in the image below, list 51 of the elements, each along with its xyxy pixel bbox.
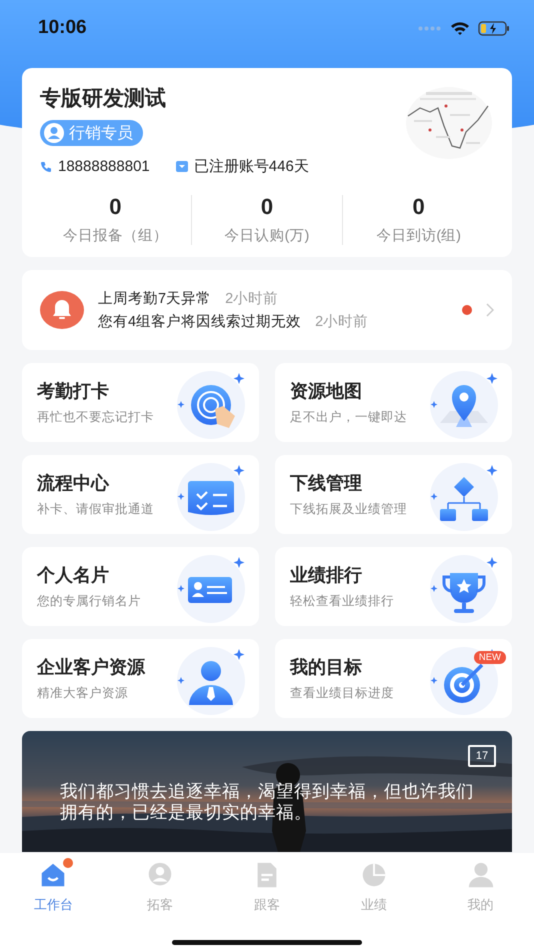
signal-icon <box>418 26 442 30</box>
shortcut-subtitle: 轻松查看业绩排行 <box>290 593 395 610</box>
shortcut-title: 考勤打卡 <box>37 380 110 403</box>
notice-text: 上周考勤7天异常 <box>98 290 212 308</box>
shortcut-card[interactable]: 我的目标 查看业绩目标进度 NEW <box>275 639 512 718</box>
stat-label: 今日认购(万) <box>224 227 310 245</box>
bell-icon <box>40 291 84 329</box>
chevron-icon <box>486 303 494 317</box>
shortcut-card[interactable]: 业绩排行 轻松查看业绩排行 <box>275 547 512 626</box>
shortcut-subtitle: 足不出户，一键即达 <box>290 409 408 426</box>
battery-icon <box>478 20 510 36</box>
shortcut-title: 资源地图 <box>290 380 363 403</box>
shortcut-title: 我的目标 <box>290 656 363 679</box>
stat-label: 今日报备（组） <box>62 227 168 245</box>
tab[interactable]: 工作台 <box>0 860 107 914</box>
shortcut-title: 流程中心 <box>37 472 110 495</box>
shortcut-title: 企业客户资源 <box>37 656 146 679</box>
registration-days: 已注册账号446天 <box>194 157 309 176</box>
stat-value: 0 <box>412 194 425 220</box>
phone-icon <box>40 160 52 172</box>
new-badge: NEW <box>474 651 506 664</box>
calendar-icon[interactable]: 17 <box>468 745 496 767</box>
stat-value: 0 <box>260 194 274 220</box>
user-name: 专版研发测试 <box>40 86 167 112</box>
clock: 10:06 <box>38 17 88 39</box>
shortcut-subtitle: 查看业绩目标进度 <box>290 685 395 702</box>
shortcut-card[interactable]: 流程中心 补卡、请假审批通道 <box>22 455 259 534</box>
shortcut-title: 个人名片 <box>37 564 110 587</box>
shortcut-card[interactable]: 个人名片 您的专属行销名片 <box>22 547 259 626</box>
badge-icon <box>176 161 188 172</box>
shortcut-subtitle: 精准大客户资源 <box>37 685 129 702</box>
notice-card[interactable]: 上周考勤7天异常 2小时前 您有4组客户将因线索过期无效 2小时前 <box>22 270 512 350</box>
wifi-icon <box>450 20 470 36</box>
stat-value: 0 <box>109 194 122 220</box>
shortcut-card[interactable]: 下线管理 下线拓展及业绩管理 <box>275 455 512 534</box>
notice-time: 2小时前 <box>315 313 368 331</box>
shortcut-subtitle: 下线拓展及业绩管理 <box>290 501 408 518</box>
shortcut-card[interactable]: 企业客户资源 精准大客户资源 <box>22 639 259 718</box>
role-label: 行销专员 <box>69 124 133 144</box>
quote-text: 我们都习惯去追逐幸福，渴望得到幸福，但也许我们拥有的，已经是最切实的幸福。 <box>60 781 475 823</box>
shortcut-subtitle: 补卡、请假审批通道 <box>37 501 155 518</box>
phone-number: 18888888801 <box>58 158 150 175</box>
notice-text: 您有4组客户将因线索过期无效 <box>98 312 302 331</box>
notice-time: 2小时前 <box>225 290 278 308</box>
shortcut-card[interactable]: 资源地图 足不出户，一键即达 <box>275 363 512 442</box>
shortcut-subtitle: 您的专属行销名片 <box>37 593 142 610</box>
shortcut-title: 业绩排行 <box>290 564 363 587</box>
shortcut-title: 下线管理 <box>290 472 363 495</box>
shortcut-card[interactable]: 考勤打卡 再忙也不要忘记打卡 <box>22 363 259 442</box>
shortcut-subtitle: 再忙也不要忘记打卡 <box>37 409 155 426</box>
stat-label: 今日到访(组) <box>376 226 461 245</box>
